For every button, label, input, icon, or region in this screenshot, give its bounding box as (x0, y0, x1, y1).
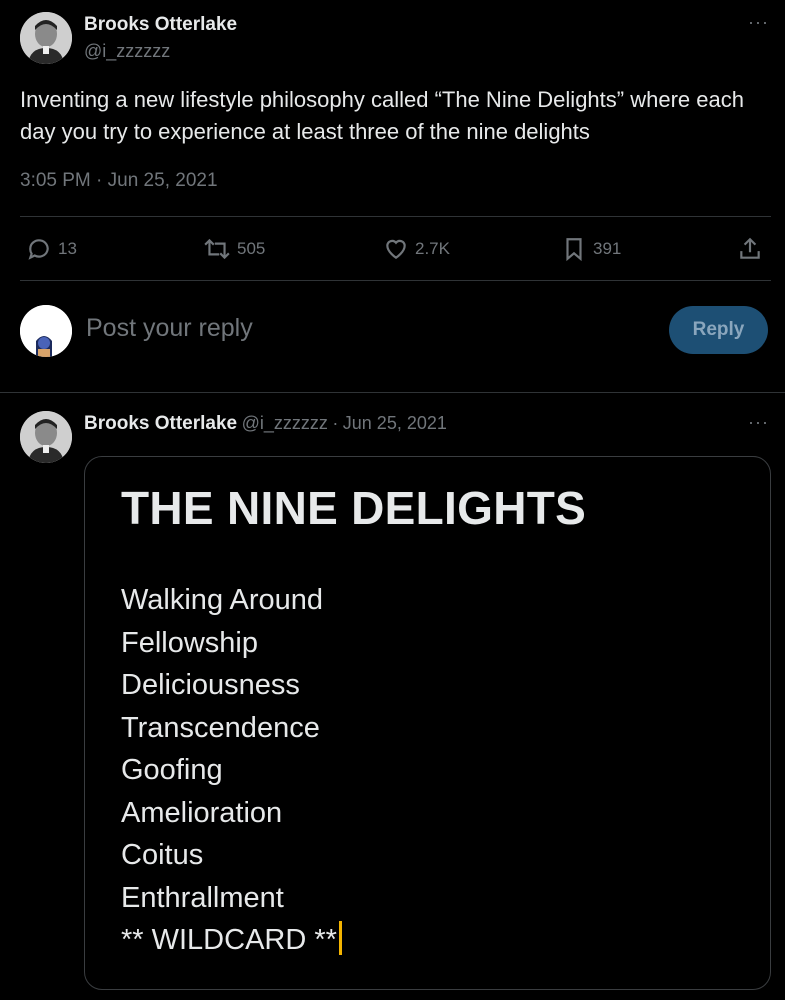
more-options-icon[interactable]: ··· (748, 12, 769, 33)
like-count: 2.7K (415, 239, 450, 258)
avatar-photo (20, 12, 72, 64)
reply-author-name[interactable]: Brooks Otterlake (84, 413, 237, 434)
retweet-action[interactable]: 505 (203, 236, 265, 262)
retweet-icon (204, 238, 230, 260)
reply-date[interactable]: Jun 25, 2021 (343, 413, 447, 433)
reply-count: 13 (58, 239, 77, 258)
user-avatar-illustration (20, 305, 72, 357)
tweet-timestamp[interactable]: 3:05 PM · Jun 25, 2021 (20, 170, 218, 192)
text-cursor (338, 921, 342, 955)
divider (20, 216, 771, 217)
reply-button[interactable]: Reply (669, 306, 768, 354)
share-icon (740, 237, 760, 259)
author-avatar[interactable] (20, 12, 72, 64)
list-item: Transcendence (121, 711, 320, 744)
retweet-count: 505 (237, 239, 266, 258)
divider (0, 392, 785, 393)
list-item: Goofing (121, 754, 223, 786)
separator: · (332, 413, 339, 433)
author-name[interactable]: Brooks Otterlake (84, 14, 237, 36)
list-item: Deliciousness (121, 669, 300, 701)
bookmark-count: 391 (593, 239, 622, 258)
list-item: Enthrallment (121, 881, 284, 914)
list-item: Walking Around (121, 584, 324, 616)
list-item: Fellowship (121, 626, 258, 659)
reply-author-handle[interactable]: @i_zzzzzz (242, 413, 328, 433)
author-handle[interactable]: @i_zzzzzz (84, 41, 170, 62)
list-item: Amelioration (121, 796, 283, 829)
media-card[interactable]: THE NINE DELIGHTS Walking Around Fellows… (84, 456, 771, 990)
heart-icon (386, 239, 406, 259)
bookmark-action[interactable]: 391 (561, 236, 621, 262)
like-action[interactable]: 2.7K (383, 236, 450, 262)
divider (20, 280, 771, 281)
avatar-photo (20, 411, 72, 463)
more-options-icon[interactable]: ··· (748, 412, 769, 433)
reply-author-avatar[interactable] (20, 411, 72, 463)
bookmark-icon (566, 238, 582, 262)
user-avatar[interactable] (20, 305, 72, 357)
reply-header: Brooks Otterlake @i_zzzzzz · Jun 25, 202… (84, 413, 447, 435)
reply-input[interactable]: Post your reply (86, 314, 253, 343)
wildcard-text: ** WILDCARD ** (121, 924, 337, 956)
list-item: Coitus (121, 839, 204, 871)
reply-action[interactable]: 13 (26, 236, 77, 262)
list-item-last: ** WILDCARD ** (121, 919, 342, 962)
share-action[interactable] (737, 236, 763, 262)
reply-icon (28, 239, 49, 260)
delights-list: Walking Around Fellowship Deliciousness … (121, 579, 342, 962)
tweet-text: Inventing a new lifestyle philosophy cal… (20, 87, 744, 144)
card-title: THE NINE DELIGHTS (121, 482, 587, 534)
